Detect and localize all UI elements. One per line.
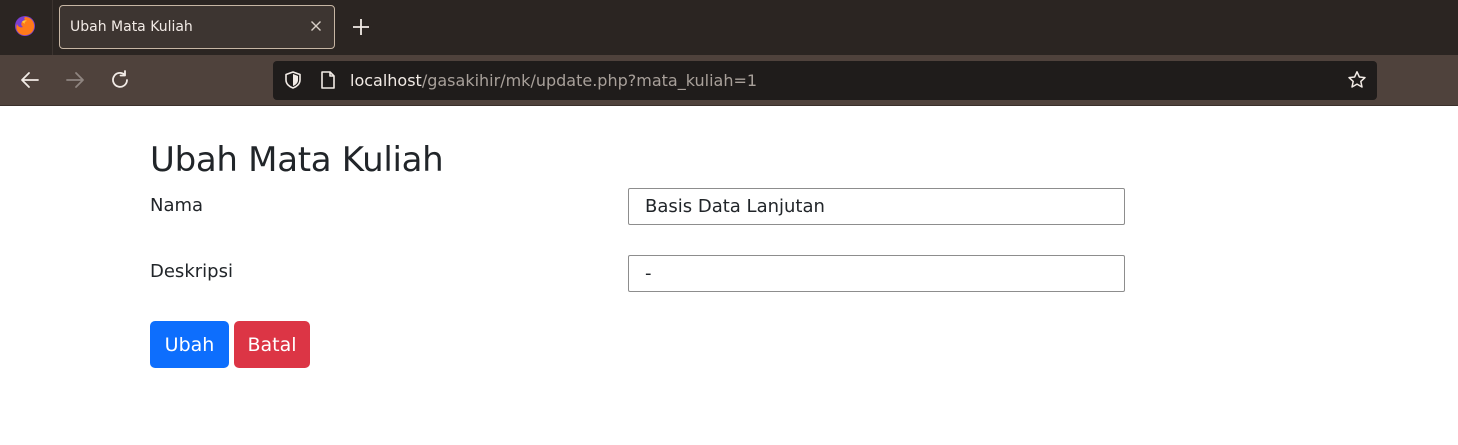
- deskripsi-input[interactable]: [628, 255, 1125, 292]
- page-icon[interactable]: [319, 70, 337, 90]
- firefox-logo[interactable]: [14, 15, 36, 37]
- browser-tab-active[interactable]: Ubah Mata Kuliah: [59, 5, 335, 49]
- tab-close-icon[interactable]: [308, 18, 324, 34]
- url-bar[interactable]: localhost/gasakihir/mk/update.php?mata_k…: [273, 61, 1377, 100]
- reload-icon[interactable]: [109, 69, 131, 91]
- shield-icon[interactable]: [283, 70, 303, 90]
- browser-tab-strip: Ubah Mata Kuliah: [0, 0, 1458, 55]
- tab-divider: [52, 0, 53, 55]
- deskripsi-label: Deskripsi: [150, 261, 233, 282]
- forward-icon[interactable]: [64, 69, 86, 91]
- url-text[interactable]: localhost/gasakihir/mk/update.php?mata_k…: [350, 71, 757, 90]
- back-icon[interactable]: [19, 69, 41, 91]
- page-title: Ubah Mata Kuliah: [150, 140, 444, 180]
- bookmark-star-icon[interactable]: [1347, 70, 1367, 90]
- tab-title: Ubah Mata Kuliah: [70, 19, 193, 35]
- nama-input[interactable]: [628, 188, 1125, 225]
- batal-button[interactable]: Batal: [234, 321, 310, 368]
- ubah-button[interactable]: Ubah: [150, 321, 229, 368]
- nama-label: Nama: [150, 195, 204, 216]
- url-host: localhost: [350, 71, 422, 90]
- browser-nav-bar: localhost/gasakihir/mk/update.php?mata_k…: [0, 55, 1458, 106]
- new-tab-icon[interactable]: [349, 15, 373, 39]
- url-path: /gasakihir/mk/update.php?mata_kuliah=1: [421, 71, 758, 90]
